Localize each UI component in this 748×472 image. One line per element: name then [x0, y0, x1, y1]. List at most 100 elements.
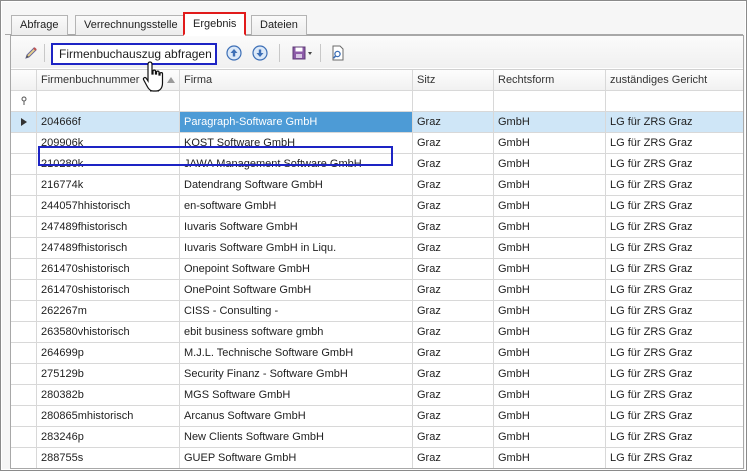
cell-rechtsform[interactable]: GmbH [494, 259, 606, 279]
table-row[interactable]: 288755s GUEP Software GmbH Graz GmbH LG für … [11, 448, 743, 468]
cell-firma[interactable]: OnePoint Software GmbH [180, 280, 413, 300]
cell-firma[interactable]: CISS - Consulting - [180, 301, 413, 321]
cell-firmenbuchnummer[interactable]: 262267m [37, 301, 180, 321]
cell-firma[interactable]: Onepoint Software GmbH [180, 259, 413, 279]
cell-firmenbuchnummer[interactable]: 280865mhistorisch [37, 406, 180, 426]
cell-sitz[interactable]: Graz [413, 406, 494, 426]
cell-gericht[interactable]: LG für ZRS Graz [606, 154, 743, 174]
table-row[interactable]: 209906k KOST Software GmbH Graz GmbH LG für … [11, 133, 743, 154]
tab-verrechnungsstelle[interactable]: Verrechnungsstelle [75, 15, 187, 35]
row-indicator[interactable] [11, 217, 37, 237]
column-header-rechtsform[interactable]: Rechtsform [494, 70, 606, 90]
table-row[interactable]: 247489fhistorisch Iuvaris Software GmbH Gr… [11, 217, 743, 238]
cell-firmenbuchnummer[interactable]: 247489fhistorisch [37, 217, 180, 237]
cell-firmenbuchnummer[interactable]: 261470shistorisch [37, 259, 180, 279]
filter-cell-sitz[interactable] [413, 91, 494, 111]
firmenbuchauszug-abfragen-button[interactable]: Firmenbuchauszug abfragen [51, 43, 217, 65]
cell-sitz[interactable]: Graz [413, 280, 494, 300]
cell-gericht[interactable]: LG für ZRS Graz [606, 280, 743, 300]
cell-gericht[interactable]: LG für ZRS Graz [606, 175, 743, 195]
filter-cell-firma[interactable] [180, 91, 413, 111]
cell-gericht[interactable]: LG für ZRS Graz [606, 385, 743, 405]
cell-sitz[interactable]: Graz [413, 133, 494, 153]
tab-dateien[interactable]: Dateien [251, 15, 307, 35]
row-indicator[interactable] [11, 259, 37, 279]
cell-firmenbuchnummer[interactable]: 216774k [37, 175, 180, 195]
document-search-icon[interactable] [330, 45, 346, 61]
cell-sitz[interactable]: Graz [413, 154, 494, 174]
filter-cell-gericht[interactable] [606, 91, 743, 111]
cell-sitz[interactable]: Graz [413, 175, 494, 195]
cell-sitz[interactable]: Graz [413, 196, 494, 216]
row-indicator[interactable] [11, 196, 37, 216]
cell-firma[interactable]: M.J.L. Technische Software GmbH [180, 343, 413, 363]
table-row[interactable]: 263580vhistorisch ebit business software … [11, 322, 743, 343]
row-indicator[interactable] [11, 238, 37, 258]
cell-rechtsform[interactable]: GmbH [494, 175, 606, 195]
cell-rechtsform[interactable]: GmbH [494, 217, 606, 237]
cell-firmenbuchnummer[interactable]: 288755s [37, 448, 180, 468]
cell-rechtsform[interactable]: GmbH [494, 448, 606, 468]
row-indicator[interactable] [11, 133, 37, 153]
cell-gericht[interactable]: LG für ZRS Graz [606, 238, 743, 258]
cell-rechtsform[interactable]: GmbH [494, 343, 606, 363]
cell-sitz[interactable]: Graz [413, 448, 494, 468]
cell-rechtsform[interactable]: GmbH [494, 427, 606, 447]
table-row[interactable]: 264699p M.J.L. Technische Software GmbH Gr… [11, 343, 743, 364]
cell-sitz[interactable]: Graz [413, 217, 494, 237]
cell-firma[interactable]: KOST Software GmbH [180, 133, 413, 153]
cell-sitz[interactable]: Graz [413, 364, 494, 384]
cell-rechtsform[interactable]: GmbH [494, 280, 606, 300]
cell-firmenbuchnummer[interactable]: 261470shistorisch [37, 280, 180, 300]
cell-gericht[interactable]: LG für ZRS Graz [606, 133, 743, 153]
table-row[interactable]: 216774k Datendrang Software GmbH Graz GmbH L… [11, 175, 743, 196]
cell-rechtsform[interactable]: GmbH [494, 112, 606, 132]
table-row[interactable]: 280865mhistorisch Arcanus Software GmbH Gr… [11, 406, 743, 427]
cell-firmenbuchnummer[interactable]: 275129b [37, 364, 180, 384]
pencil-icon[interactable] [23, 45, 39, 61]
cell-firmenbuchnummer[interactable]: 263580vhistorisch [37, 322, 180, 342]
table-row[interactable]: 283246p New Clients Software GmbH Graz GmbH… [11, 427, 743, 448]
row-indicator[interactable] [11, 112, 37, 132]
cell-firmenbuchnummer[interactable]: 264699p [37, 343, 180, 363]
row-indicator[interactable] [11, 385, 37, 405]
tab-ergebnis[interactable]: Ergebnis [183, 12, 247, 36]
cell-firma[interactable]: New Clients Software GmbH [180, 427, 413, 447]
cell-gericht[interactable]: LG für ZRS Graz [606, 322, 743, 342]
cell-firmenbuchnummer[interactable]: 280382b [37, 385, 180, 405]
cell-rechtsform[interactable]: GmbH [494, 154, 606, 174]
cell-rechtsform[interactable]: GmbH [494, 322, 606, 342]
table-row[interactable]: 275129b Security Finanz - Software GmbH Gr… [11, 364, 743, 385]
cell-sitz[interactable]: Graz [413, 238, 494, 258]
cell-firma[interactable]: Iuvaris Software GmbH in Liqu. [180, 238, 413, 258]
table-row[interactable]: 280382b MGS Software GmbH Graz GmbH LG für Z… [11, 385, 743, 406]
row-indicator[interactable] [11, 343, 37, 363]
cell-firma[interactable]: JAWA Management Software GmbH [180, 154, 413, 174]
table-row[interactable]: 204666f Paragraph-Software GmbH Graz GmbH LG… [11, 112, 743, 133]
row-indicator[interactable] [11, 448, 37, 468]
cell-firmenbuchnummer[interactable]: 247489fhistorisch [37, 238, 180, 258]
cell-rechtsform[interactable]: GmbH [494, 133, 606, 153]
cell-gericht[interactable]: LG für ZRS Graz [606, 301, 743, 321]
row-indicator[interactable] [11, 280, 37, 300]
cell-gericht[interactable]: LG für ZRS Graz [606, 196, 743, 216]
cell-sitz[interactable]: Graz [413, 259, 494, 279]
cell-firma[interactable]: Paragraph-Software GmbH [180, 112, 413, 132]
cell-sitz[interactable]: Graz [413, 343, 494, 363]
cell-rechtsform[interactable]: GmbH [494, 364, 606, 384]
cell-firma[interactable]: MGS Software GmbH [180, 385, 413, 405]
cell-firmenbuchnummer[interactable]: 244057hhistorisch [37, 196, 180, 216]
cell-firma[interactable]: GUEP Software GmbH [180, 448, 413, 468]
table-row[interactable]: 210280k JAWA Management Software GmbH Graz… [11, 154, 743, 175]
column-header-zustaendiges-gericht[interactable]: zuständiges Gericht [606, 70, 743, 90]
cell-sitz[interactable]: Graz [413, 427, 494, 447]
cell-rechtsform[interactable]: GmbH [494, 238, 606, 258]
cell-firma[interactable]: en-software GmbH [180, 196, 413, 216]
row-indicator[interactable] [11, 322, 37, 342]
cell-gericht[interactable]: LG für ZRS Graz [606, 259, 743, 279]
cell-gericht[interactable]: LG für ZRS Graz [606, 112, 743, 132]
cell-sitz[interactable]: Graz [413, 112, 494, 132]
cell-gericht[interactable]: LG für ZRS Graz [606, 427, 743, 447]
cell-firma[interactable]: Iuvaris Software GmbH [180, 217, 413, 237]
cell-firma[interactable]: Security Finanz - Software GmbH [180, 364, 413, 384]
